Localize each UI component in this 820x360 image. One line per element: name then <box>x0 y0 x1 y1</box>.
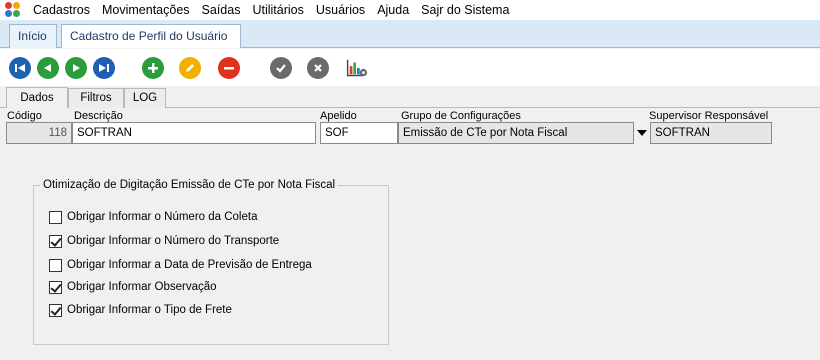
menu-utilitarios[interactable]: Utilitários <box>246 0 309 20</box>
first-icon <box>15 64 25 72</box>
checkbox[interactable] <box>49 303 62 317</box>
tab-inicio[interactable]: Início <box>9 24 57 48</box>
add-icon <box>148 63 158 73</box>
tab-inicio-label: Início <box>18 29 47 43</box>
supervisor-field[interactable]: SOFTRAN <box>650 122 772 144</box>
last-record-button[interactable] <box>93 57 115 79</box>
menu-saidas[interactable]: Saídas <box>196 0 247 20</box>
checkbox[interactable] <box>49 210 62 224</box>
checkbox[interactable] <box>49 258 62 272</box>
confirm-icon <box>276 64 286 73</box>
option-numero-transporte[interactable]: Obrigar Informar o Número do Transporte <box>49 234 279 248</box>
menu-cadastros[interactable]: Cadastros <box>27 0 96 20</box>
tab-cadastro-perfil[interactable]: Cadastro de Perfil do Usuário ✕ <box>61 24 241 65</box>
first-record-button[interactable] <box>9 57 31 79</box>
codigo-field: 118 <box>6 122 72 144</box>
tab-log[interactable]: LOG <box>124 88 166 108</box>
grupo-label: Grupo de Configurações <box>401 110 521 122</box>
option-numero-coleta[interactable]: Obrigar Informar o Número da Coleta <box>49 210 257 224</box>
edit-icon <box>186 64 194 72</box>
report-button[interactable] <box>346 57 368 79</box>
option-data-previsao[interactable]: Obrigar Informar a Data de Previsão de E… <box>49 258 312 272</box>
toolbar <box>0 49 820 86</box>
apelido-field[interactable]: SOF <box>320 122 398 144</box>
chevron-down-icon[interactable] <box>634 122 650 144</box>
option-label: Obrigar Informar Observação <box>67 281 217 293</box>
tab-filtros[interactable]: Filtros <box>68 88 124 108</box>
option-observacao[interactable]: Obrigar Informar Observação <box>49 280 217 294</box>
menu-ajuda[interactable]: Ajuda <box>371 0 415 20</box>
menu-movimentacoes[interactable]: Movimentações <box>96 0 196 20</box>
add-button[interactable] <box>142 57 164 79</box>
menu-sair[interactable]: Sajr do Sistema <box>415 0 515 20</box>
menu-usuarios[interactable]: Usuários <box>310 0 371 20</box>
checkbox[interactable] <box>49 234 62 248</box>
option-label: Obrigar Informar o Número da Coleta <box>67 211 258 223</box>
delete-icon <box>224 67 234 70</box>
option-tipo-frete[interactable]: Obrigar Informar o Tipo de Frete <box>49 303 232 317</box>
descricao-label: Descrição <box>74 110 123 122</box>
grupo-select[interactable]: Emissão de CTe por Nota Fiscal <box>398 122 634 144</box>
app-logo-icon <box>5 2 21 18</box>
previous-record-button[interactable] <box>37 57 59 79</box>
supervisor-label: Supervisor Responsável <box>649 110 769 122</box>
inner-tabs: Dados Filtros LOG <box>0 87 820 108</box>
option-label: Obrigar Informar o Tipo de Frete <box>67 304 232 316</box>
codigo-label: Código <box>7 110 42 122</box>
otimizacao-group-title: Otimização de Digitação Emissão de CTe p… <box>40 178 339 192</box>
descricao-field[interactable]: SOFTRAN <box>72 122 316 144</box>
report-icon <box>346 59 368 77</box>
option-label: Obrigar Informar a Data de Previsão de E… <box>67 259 312 271</box>
edit-button[interactable] <box>179 57 201 79</box>
cancel-button[interactable] <box>307 57 329 79</box>
confirm-button[interactable] <box>270 57 292 79</box>
tab-cadastro-perfil-label: Cadastro de Perfil do Usuário <box>70 29 228 43</box>
menu-bar: Cadastros Movimentações Saídas Utilitári… <box>0 0 820 20</box>
previous-icon <box>44 64 51 72</box>
next-record-button[interactable] <box>65 57 87 79</box>
tab-dados[interactable]: Dados <box>6 87 68 108</box>
checkbox[interactable] <box>49 280 62 294</box>
apelido-label: Apelido <box>320 110 357 122</box>
document-tabs: Início Cadastro de Perfil do Usuário ✕ <box>0 20 820 65</box>
delete-button[interactable] <box>218 57 240 79</box>
cancel-icon <box>314 64 322 72</box>
next-icon <box>73 64 80 72</box>
option-label: Obrigar Informar o Número do Transporte <box>67 235 280 247</box>
last-icon <box>99 64 109 72</box>
